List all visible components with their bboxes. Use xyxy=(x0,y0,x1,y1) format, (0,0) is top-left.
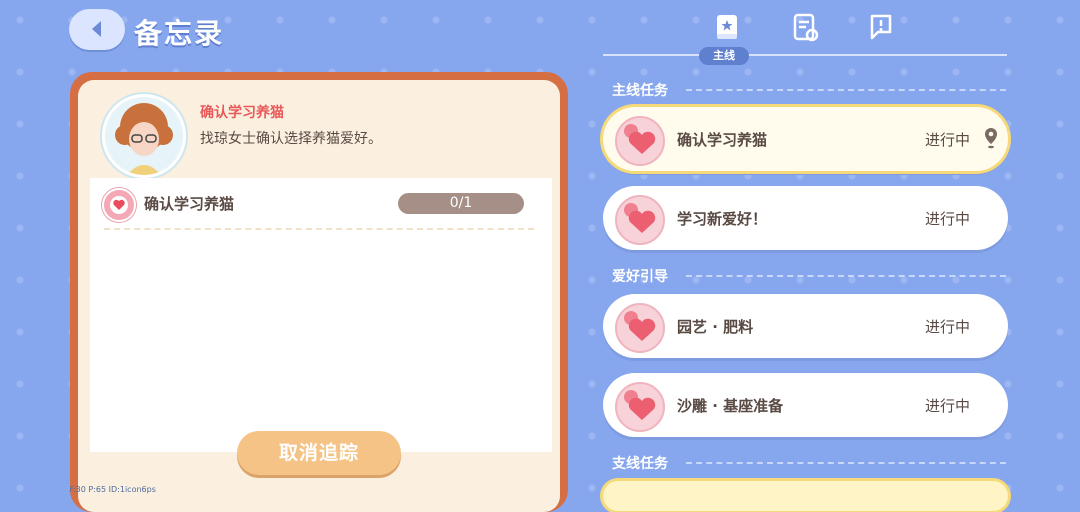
section-title: 爱好引导 xyxy=(612,269,668,285)
quest-item[interactable]: 园艺 · 肥料 进行中 xyxy=(603,294,1008,358)
objective-panel xyxy=(90,178,552,452)
quest-status: 进行中 xyxy=(925,131,971,149)
npc-avatar xyxy=(102,94,186,178)
task-description: 找琼女士确认选择养猫爱好。 xyxy=(200,131,382,147)
quest-name: 确认学习养猫 xyxy=(677,131,768,149)
alert-tab-icon[interactable] xyxy=(866,12,896,42)
quest-status: 进行中 xyxy=(925,318,971,336)
progress-bar: 0/1 xyxy=(398,193,524,214)
section-divider xyxy=(686,89,1006,91)
quest-name: 园艺 · 肥料 xyxy=(677,318,754,336)
heart-icon xyxy=(102,188,136,222)
quest-item[interactable]: 沙雕 · 基座准备 进行中 xyxy=(603,373,1008,437)
heart-icon xyxy=(615,116,665,166)
main-quest-tab-icon[interactable] xyxy=(712,12,742,42)
tab-underline xyxy=(603,54,1007,56)
side-quest-item-partial[interactable] xyxy=(603,481,1008,511)
quest-status: 进行中 xyxy=(925,397,971,415)
divider xyxy=(104,228,534,230)
section-divider xyxy=(686,462,1006,464)
task-title: 确认学习养猫 xyxy=(200,105,284,121)
section-title: 主线任务 xyxy=(612,83,668,99)
page-title: 备忘录 xyxy=(134,17,225,50)
quest-item[interactable]: 确认学习养猫 进行中 xyxy=(603,107,1008,171)
debug-fps-text: F:30 P:65 ID:1icon6ps xyxy=(69,485,156,494)
heart-icon xyxy=(615,303,665,353)
quest-name: 沙雕 · 基座准备 xyxy=(677,397,784,415)
heart-icon xyxy=(615,382,665,432)
active-tab-label: 主线 xyxy=(699,47,749,65)
quest-status: 进行中 xyxy=(925,210,971,228)
cancel-tracking-button[interactable]: 取消追踪 xyxy=(237,431,401,475)
back-button[interactable] xyxy=(69,9,125,50)
location-pin-icon xyxy=(985,128,997,149)
quest-item[interactable]: 学习新爱好！ 进行中 xyxy=(603,186,1008,250)
task-detail-card: 确认学习养猫 找琼女士确认选择养猫爱好。 确认学习养猫 0/1 取消追踪 xyxy=(70,72,568,512)
task-detail-inner: 确认学习养猫 找琼女士确认选择养猫爱好。 确认学习养猫 0/1 取消追踪 xyxy=(78,80,560,512)
quest-name: 学习新爱好！ xyxy=(677,210,768,228)
chevron-left-icon xyxy=(92,21,101,37)
task-list-tab-icon[interactable] xyxy=(790,12,820,42)
objective-label: 确认学习养猫 xyxy=(144,195,235,213)
section-title: 支线任务 xyxy=(612,456,668,472)
heart-icon xyxy=(615,195,665,245)
section-divider xyxy=(686,275,1006,277)
